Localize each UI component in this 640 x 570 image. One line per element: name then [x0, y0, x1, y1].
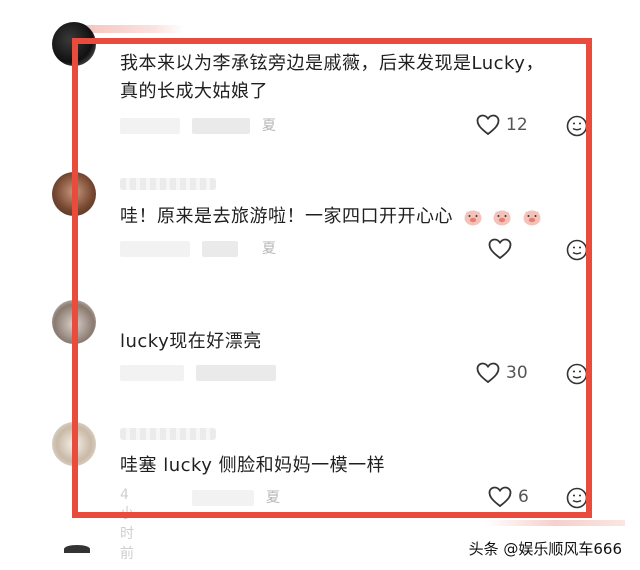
like-button[interactable]: 12: [476, 114, 528, 136]
pig-emoji-icon: [523, 210, 541, 226]
highlight-strip: [84, 25, 184, 33]
comment-text: 哇塞 lucky 侧脸和妈妈一模一样: [120, 455, 386, 476]
meta-time: 4小时前: [120, 487, 134, 562]
meta-location: 夏: [262, 118, 276, 134]
avatar[interactable]: [52, 172, 96, 216]
highlight-frame: [72, 38, 592, 518]
highlight-strip: [485, 520, 625, 526]
heart-outline-icon: [488, 238, 512, 260]
emoji-reaction-icon[interactable]: [566, 239, 588, 261]
username-blurred: [120, 428, 216, 440]
like-count: 6: [518, 487, 529, 507]
like-count: 12: [506, 115, 528, 135]
like-button[interactable]: 30: [476, 362, 528, 384]
like-button[interactable]: [488, 238, 518, 260]
pig-emoji-icon: [493, 210, 511, 226]
emoji-reaction-icon[interactable]: [566, 115, 588, 137]
avatar[interactable]: [52, 300, 96, 344]
comment-text: lucky现在好漂亮: [120, 331, 262, 352]
emoji-group: [463, 203, 544, 231]
comment-text: 我本来以为李承铉旁边是戚薇，后来发现是Lucky， 真的长成大姑娘了: [120, 53, 544, 102]
avatar[interactable]: [52, 22, 96, 66]
emoji-reaction-icon[interactable]: [566, 487, 588, 509]
like-count: 30: [506, 363, 528, 383]
heart-outline-icon: [488, 486, 512, 508]
heart-outline-icon: [476, 362, 500, 384]
watermark: 头条 @娱乐顺风车666: [464, 537, 626, 560]
heart-outline-icon: [476, 114, 500, 136]
avatar: [64, 545, 90, 553]
meta-location: 夏: [266, 490, 280, 506]
like-button[interactable]: 6: [488, 486, 529, 508]
comment-text: 哇！原来是去旅游啦！一家四口开开心心: [120, 203, 545, 231]
meta-location: 夏: [262, 241, 276, 257]
pig-emoji-icon: [464, 210, 482, 226]
emoji-reaction-icon[interactable]: [566, 363, 588, 385]
username-blurred: [120, 178, 216, 190]
avatar[interactable]: [52, 422, 96, 466]
